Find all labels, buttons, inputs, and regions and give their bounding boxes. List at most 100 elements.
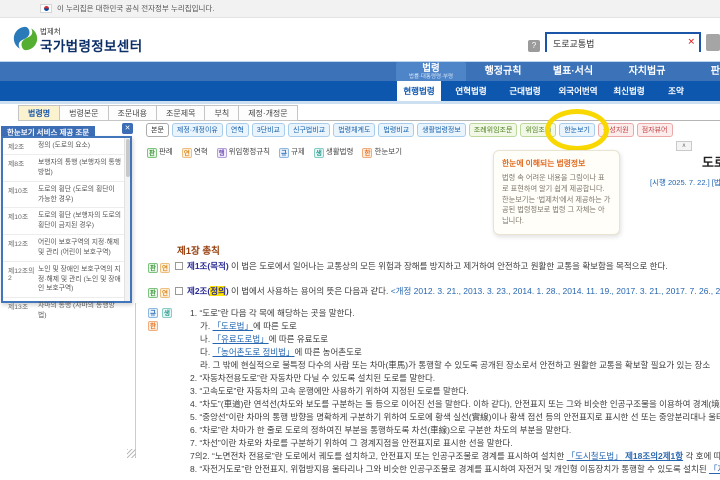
law-line: 3. “고속도로”란 자동차의 고속 운행에만 사용하기 위하여 지정된 도로를… (148, 385, 720, 398)
law-link[interactable]: 제18조의2제1항 (623, 451, 683, 461)
main-nav-label: 판례·해석례등 (710, 66, 720, 77)
legend-label: 판례 (159, 147, 173, 156)
nav-divider (0, 101, 720, 104)
tab-item[interactable]: 부칙 (205, 105, 240, 121)
tab-item[interactable]: 조문내용 (108, 105, 157, 121)
text-segment: 에 따른 농어촌도로 (294, 347, 362, 357)
life-law-icon[interactable]: 생 (162, 308, 172, 318)
panel-scrollbar[interactable] (124, 138, 130, 301)
text-segment: 8. “자전거도로”란 안전표지, 위험방지용 울타리나 그와 비슷한 인공구조… (190, 464, 710, 474)
legend-label: 연혁 (193, 147, 208, 156)
main-nav-item[interactable]: 행정규칙 (470, 62, 536, 81)
clear-search-icon[interactable]: ✕ (687, 37, 695, 47)
text-segment: 각 호에 따른 도로 또는 차로를 말한다. (685, 451, 720, 461)
text-segment: <개정 2012. 3. 21., 2013. 3. 23., 2014. 1.… (390, 286, 720, 296)
site-title: 국가법령정보센터 (40, 39, 143, 54)
toolbar-button[interactable]: 제정·개정이유 (171, 123, 223, 137)
law-line: 판 연 제1조(목적) 이 법은 도로에서 일어나는 교통상의 모든 위험과 장해를… (148, 260, 720, 273)
precedent-icon[interactable]: 판 (148, 263, 158, 273)
panel-row[interactable]: 제12조의2 노인 및 장애인 보호구역의 지정·해제 및 관리 (노인 및 장애… (3, 262, 130, 299)
history-icon[interactable]: 연 (160, 288, 170, 298)
law-line: 다. 「농어촌도로 정비법」에 따른 농어촌도로 (148, 346, 720, 359)
law-line: 라. 그 밖에 현실적으로 불특정 다수의 사람 또는 차마(車馬)가 통행할 … (148, 359, 720, 372)
toolbar: 본문 제정·개정이유 연혁 3단비교 신구법비교 법령체계도 법령비교 생활법령정보 조례위임조… (146, 109, 673, 151)
regulation-icon[interactable]: 규 (148, 308, 158, 318)
main-nav: 법령법률·대통령령·부령 행정규칙 별표·서식 자치법규 판례·해석례등 (0, 62, 720, 81)
text-segment: 7. “차선”이란 차로와 차로를 구분하기 위하여 그 경계지점을 안전표지로… (190, 438, 513, 448)
legend-label: 위임행정규칙 (228, 147, 271, 156)
article-number: 제2조 (8, 144, 25, 151)
panel-row[interactable]: 제8조 보행자의 통행 (보행자의 통행방법) (3, 155, 130, 182)
toolbar-button[interactable]: 3단비교 (251, 123, 285, 137)
sub-nav-item[interactable]: 근대법령 (504, 81, 546, 101)
text-segment: 나. (200, 334, 213, 344)
main-nav-item[interactable]: 법령 법률·대통령령·부령 (396, 62, 466, 81)
toolbar-button[interactable]: 법령비교 (378, 123, 415, 137)
law-link[interactable]: 「자전거 이용 활성화에 관한 법률」 (709, 464, 720, 474)
article-checkbox[interactable] (175, 262, 183, 270)
panel-row[interactable]: 제2조 정의 (도로의 요소) (3, 138, 130, 155)
law-link[interactable]: 「도시철도법」 (567, 451, 623, 461)
panel-row[interactable]: 제13조 차마의 통행 (차마의 통행방법) (3, 298, 130, 324)
law-link[interactable]: 「유료도로법」 (213, 334, 269, 344)
toolbar-button[interactable]: 한눈보기 (545, 109, 610, 151)
scrollbar-thumb[interactable] (126, 139, 130, 177)
tab-item[interactable]: 법령본문 (60, 105, 109, 121)
history-icon[interactable]: 연 (160, 263, 170, 273)
main-nav-item[interactable]: 자치법규 (612, 62, 682, 81)
text-segment: 에 따른 유료도로 (268, 334, 329, 344)
main-nav-label: 별표·서식 (552, 66, 594, 77)
tab-active[interactable]: 법령명 (18, 105, 61, 121)
main-nav-item[interactable]: 별표·서식 (540, 62, 606, 81)
glance-icon[interactable]: 한 (148, 321, 158, 331)
header: 법제처 국가법령정보센터 ? ✕ (0, 18, 720, 62)
law-title: 도로교통법 (702, 155, 720, 170)
search-button-partial[interactable] (706, 34, 720, 51)
gov-banner: 이 누리집은 대한민국 공식 전자정부 누리집입니다. (0, 0, 720, 18)
law-line: 7의2. “노면전차 전용로”란 도로에서 궤도를 설치하고, 안전표지 또는 … (148, 450, 720, 463)
toolbar-button[interactable]: 조례위임조문 (468, 123, 518, 137)
toolbar-button[interactable]: 본문 (146, 123, 169, 137)
toolbar-button[interactable]: 점자뷰어 (636, 123, 673, 137)
sub-nav-item[interactable]: 조약 (664, 81, 688, 101)
precedent-icon[interactable]: 판 (148, 288, 158, 298)
panel-row[interactable]: 제12조 어린이 보호구역의 지정·해제 및 관리 (어린이 보호구역) (3, 235, 130, 262)
law-line: 5. “중앙선”이란 차마의 통행 방향을 명확하게 구분하기 위하여 도로에 … (148, 411, 720, 424)
regulation-icon: 규 (279, 148, 290, 158)
sub-nav-item[interactable]: 현행법령 (397, 81, 441, 101)
text-segment: 6. “차로”란 차마가 한 줄로 도로의 정하여진 부분을 통행하도록 차선(… (190, 425, 572, 435)
help-button[interactable]: ? (528, 40, 540, 52)
toolbar-button[interactable]: 위임조례 (520, 123, 557, 137)
life-law-icon: 생 (313, 148, 324, 158)
panel-row[interactable]: 제10조 도로의 횡단 (도로의 횡단이 가능한 경우) (3, 182, 130, 209)
line-marker-icons: 한 (148, 321, 160, 331)
tab-item[interactable]: 제정·개정문 (239, 105, 298, 121)
sub-nav-item[interactable]: 외국어번역 (554, 81, 602, 101)
tooltip-body: 법령 속 어려운 내용을 그림이나 표로 표현하여 알기 쉽게 제공합니다. 한… (502, 173, 611, 226)
toolbar-button[interactable]: 생활법령정보 (417, 123, 466, 137)
article-desc: 보행자의 통행 (보행자의 통행방법) (38, 159, 121, 176)
article-checkbox[interactable] (175, 287, 183, 295)
article-desc: 도로의 횡단 (보행자의 도로의 횡단이 금지된 경우) (38, 212, 121, 230)
toolbar-button[interactable]: 음성지원 (597, 123, 634, 137)
main-nav-item[interactable]: 판례·해석례등 (692, 62, 720, 81)
article-number: 제10조 (8, 214, 29, 222)
toolbar-button[interactable]: 연혁 (225, 123, 249, 137)
tab-item[interactable]: 조문제목 (157, 105, 206, 121)
panel-close-button[interactable]: ✕ (122, 123, 133, 134)
toolbar-button[interactable]: 법령체계도 (333, 123, 376, 137)
history-icon: 연 (181, 148, 192, 158)
sub-nav-item[interactable]: 연혁법령 (450, 81, 492, 101)
resize-grip[interactable] (127, 449, 136, 458)
law-link[interactable]: 「도로법」 (213, 321, 253, 331)
law-content: 판 연 제1조(목적) 이 법은 도로에서 일어나는 교통상의 모든 위험과 장해를… (148, 260, 720, 480)
collapse-tab[interactable]: ∧ (676, 141, 692, 151)
glance-icon: 한 (362, 148, 373, 158)
tooltip-title: 한눈에 이해되는 법령정보 (502, 159, 586, 168)
sub-nav-item[interactable]: 최신법령 (608, 81, 650, 101)
tree-divider (135, 303, 136, 458)
toolbar-button[interactable]: 신구법비교 (287, 123, 331, 137)
law-link[interactable]: 「농어촌도로 정비법」 (213, 347, 295, 357)
search-input[interactable] (547, 35, 699, 52)
panel-row[interactable]: 제10조 도로의 횡단 (보행자의 도로의 횡단이 금지된 경우) (3, 208, 130, 236)
